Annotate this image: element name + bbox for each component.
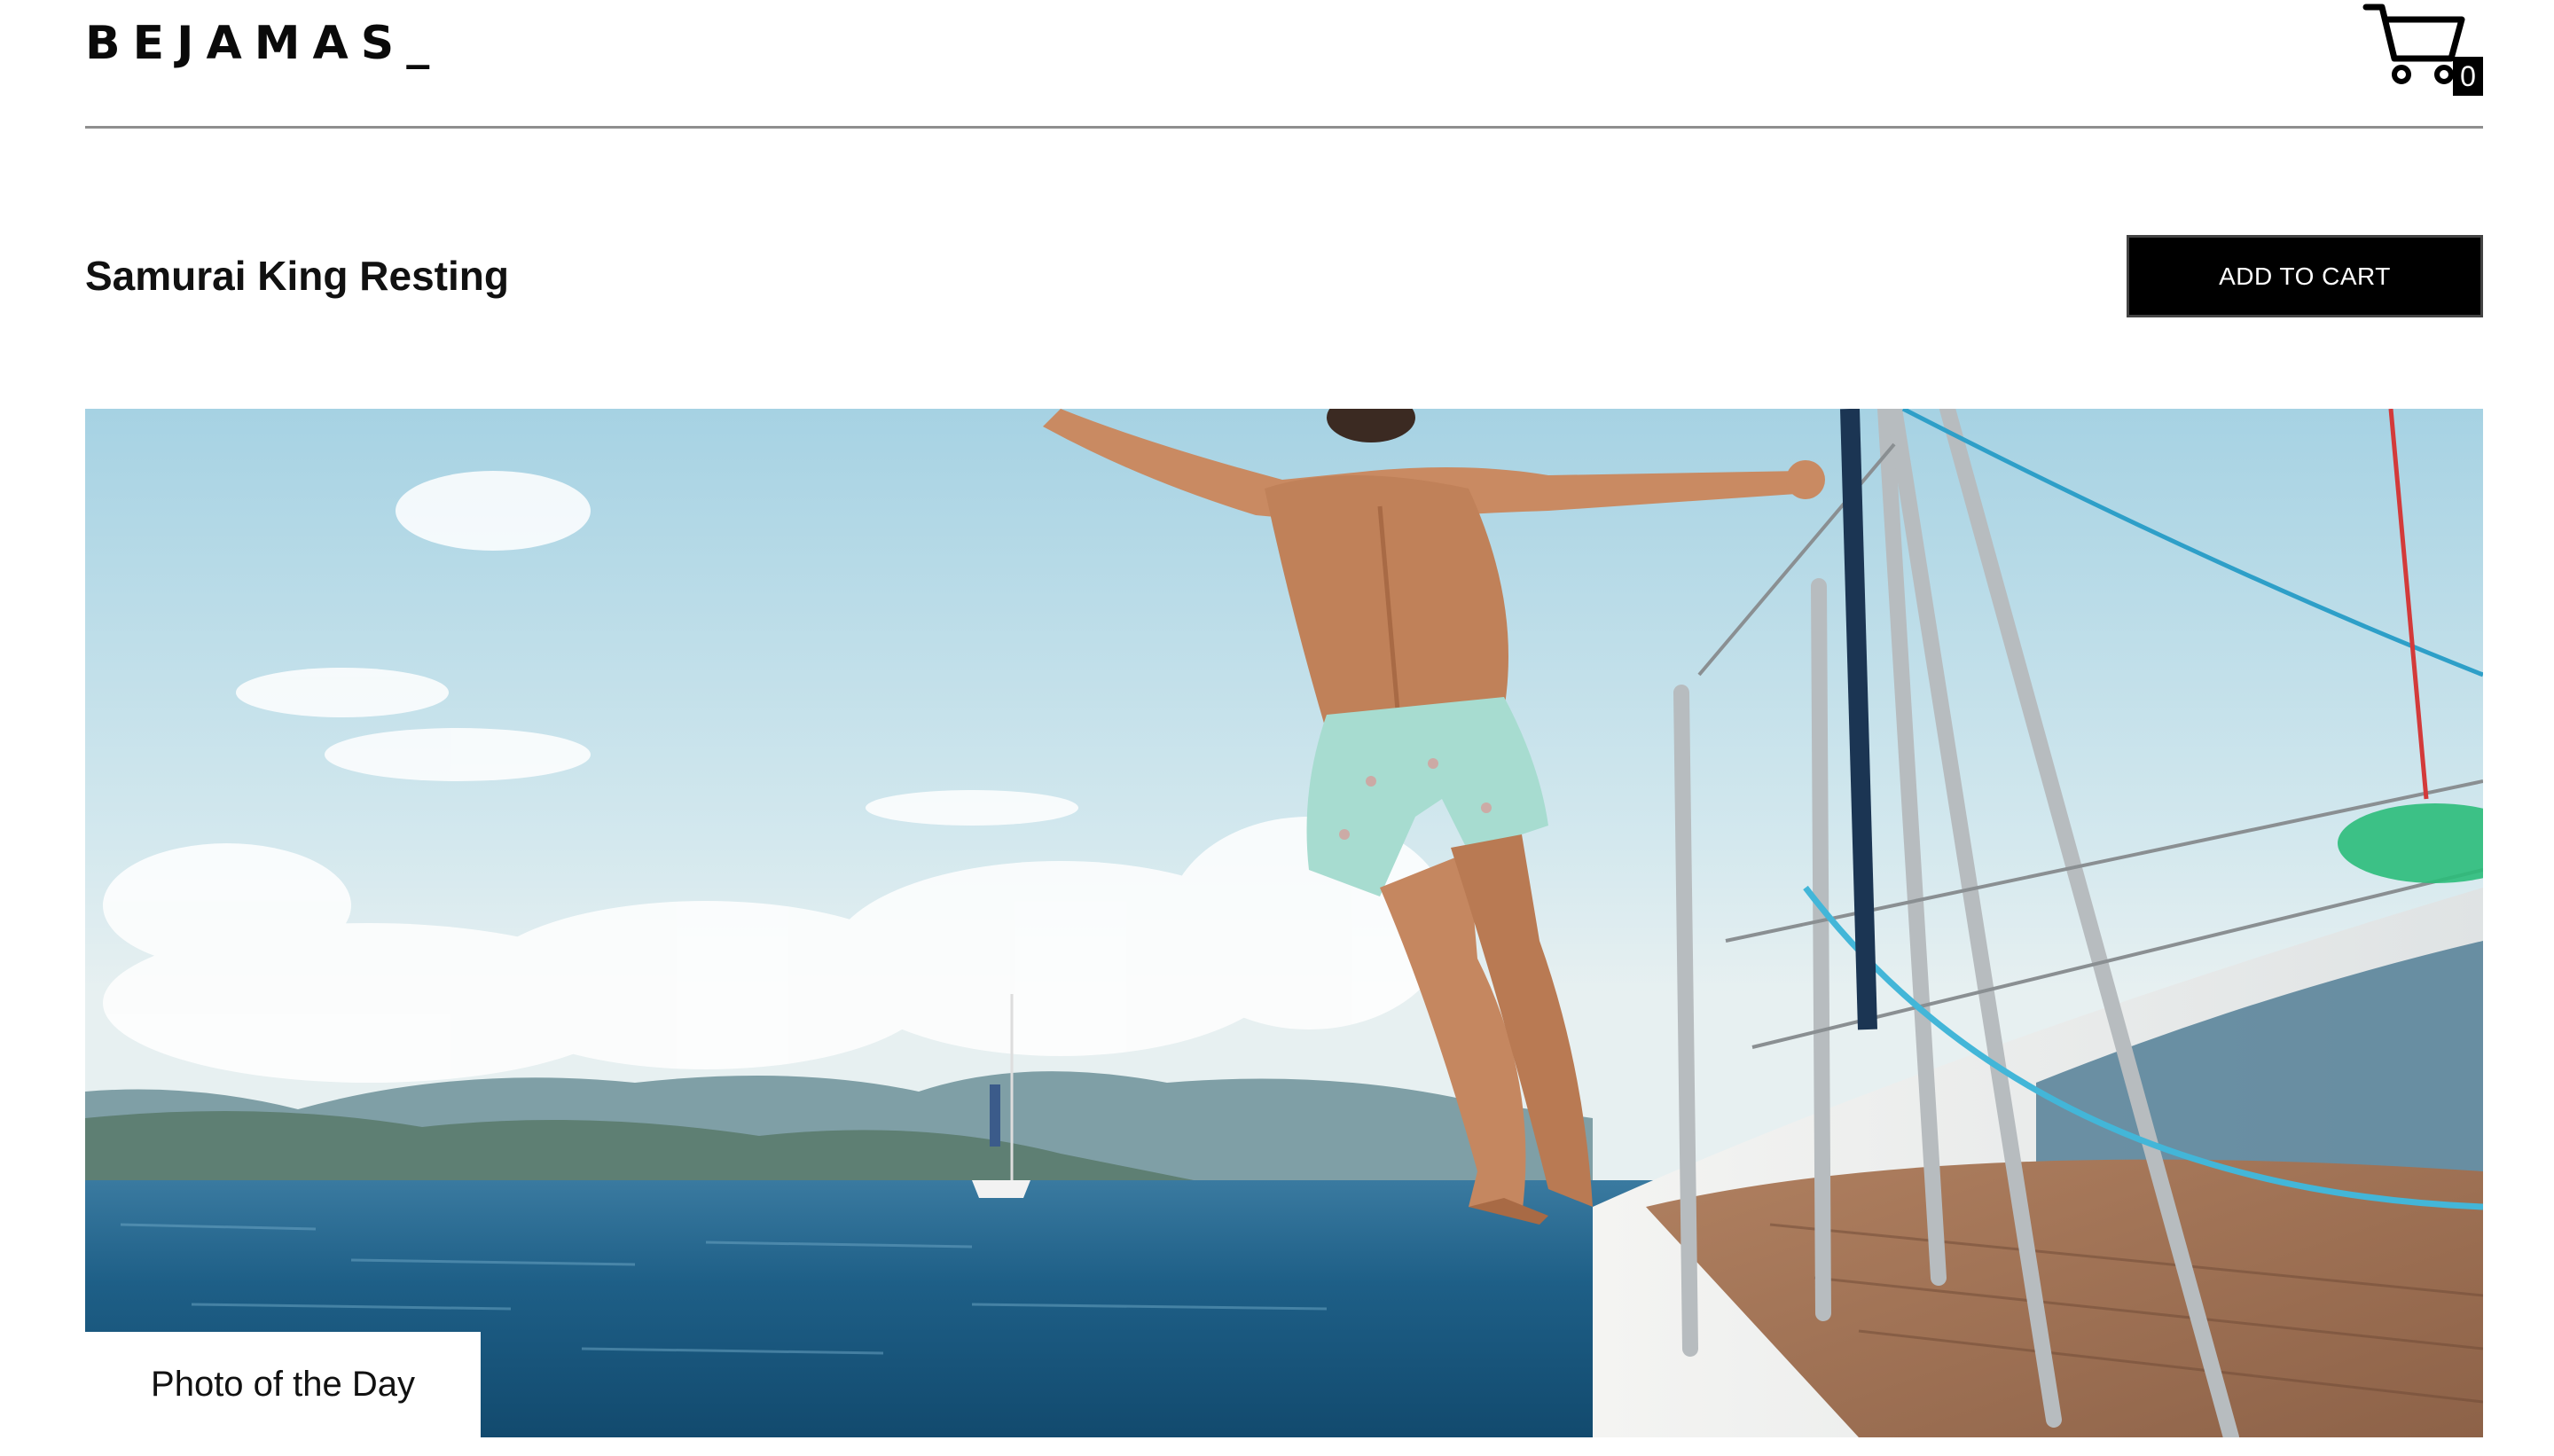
- site-header: BEJAMAS_ 0: [0, 0, 2554, 129]
- bejamas-logo[interactable]: BEJAMAS_: [85, 12, 442, 74]
- sailing-photo: [85, 409, 2483, 1437]
- header-divider: [85, 126, 2483, 129]
- cart-count-badge: 0: [2453, 57, 2483, 96]
- add-to-cart-button[interactable]: ADD TO CART: [2127, 235, 2483, 317]
- product-title: Samurai King Resting: [85, 253, 509, 299]
- hero-image: [85, 409, 2483, 1437]
- photo-caption: Photo of the Day: [85, 1332, 481, 1437]
